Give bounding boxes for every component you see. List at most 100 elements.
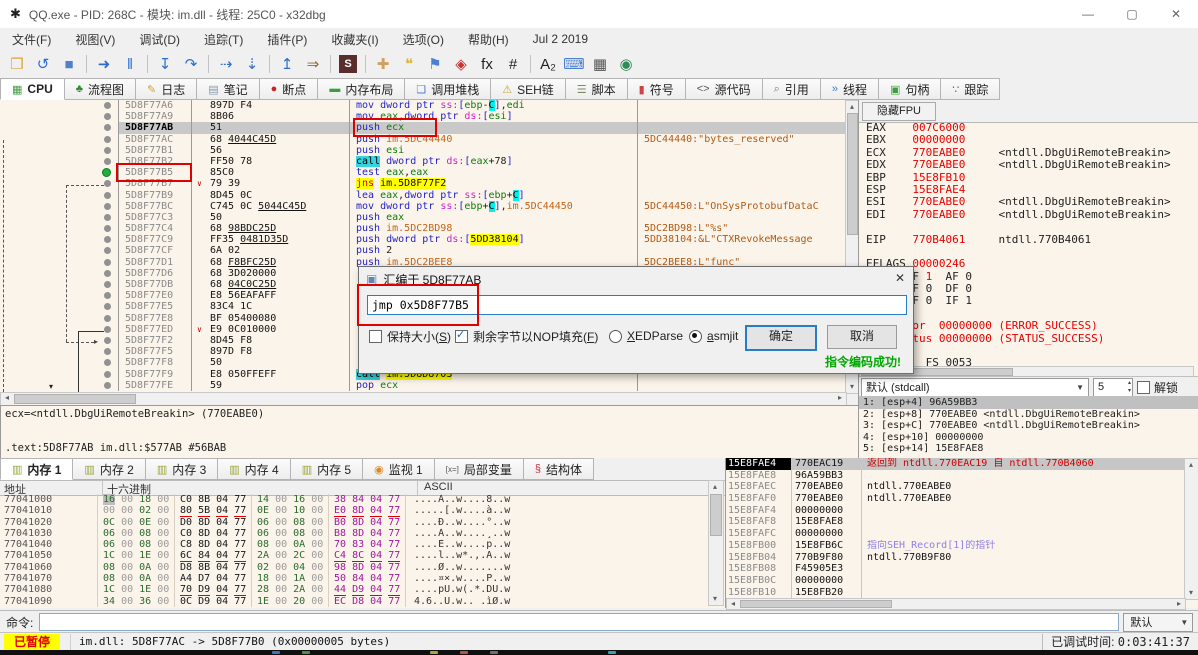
xedparse-radio[interactable] [609,329,622,343]
asmjit-radio[interactable] [689,329,702,343]
pager-icon[interactable]: ⌨ [562,53,586,75]
disasm-row[interactable]: 5D8F77B5 85C0 test eax,eax [0,167,845,179]
register-row[interactable]: EAX 007C6000 [859,122,1193,134]
menu-item-5[interactable]: 收藏夹(I) [319,29,390,50]
register-row[interactable]: EBX 00000000 [859,134,1193,146]
tab-watch1[interactable]: ◉ 监视 1 [363,458,435,480]
stop-icon[interactable]: ■ [57,53,81,75]
dump-row[interactable]: 77041060 08 00 0A 00 D8 8B 04 77 02 00 04 0… [0,561,708,574]
disasm-row[interactable]: 5D8F77B9 8D45 0C lea eax,dword ptr ss:[ebp… [0,189,845,201]
tab-struct[interactable]: § 结构体 [523,458,595,480]
taskbar-icon[interactable] [430,651,438,654]
register-row[interactable]: EDI 770EABE0 <ntdll.DbgUiRemoteBreakin> [859,209,1193,221]
taskbar-icon[interactable] [302,651,310,654]
dump-vscrollbar[interactable]: ▴ ▾ [708,480,724,606]
restart-icon[interactable]: ↺ [31,53,55,75]
tab-graph[interactable]: ♣ 流程图 [64,78,136,100]
stack-row[interactable]: 15E8FAE4 770EAC19 返回到 ntdll.770EAC19 自 ntd… [726,458,1184,470]
menu-item-7[interactable]: 帮助(H) [456,29,521,50]
step-into-icon[interactable]: ↧ [153,53,177,75]
stack-row[interactable]: 15E8FB04 770B9F80 ntdll.770B9F80 [726,551,1184,564]
register-row[interactable]: EBP 15E8FB10 [859,172,1193,184]
stack-row[interactable]: 15E8FAEC 770EABE0 ntdll.770EABE0 [726,481,1184,494]
run-icon[interactable]: ➜ [92,53,116,75]
bookmark-icon[interactable]: ◈ [449,53,473,75]
label-icon[interactable]: ⚑ [423,53,447,75]
disasm-row[interactable]: 5D8F77B1 56 push esi [0,144,845,156]
disasm-row[interactable]: 5D8F77B2 FF50 78 call dword ptr ds:[eax+78… [0,155,845,168]
disasm-row[interactable]: 5D8F77AB 51 push ecx [0,122,845,134]
dump-row[interactable]: 77041020 0C 00 0E 00 D0 8D 04 77 06 00 08 0… [0,516,708,528]
ok-button[interactable]: 确定 [745,325,817,351]
register-row[interactable]: ESI 770EABE0 <ntdll.DbgUiRemoteBreakin> [859,196,1193,208]
internet-icon[interactable]: ◉ [614,53,638,75]
disasm-row[interactable]: 5D8F77A9 8B06 mov eax,dword ptr ds:[esi] [0,111,845,123]
nop-fill-checkbox[interactable] [455,328,468,343]
tab-dump1[interactable]: ▥ 内存 1 [0,458,74,480]
scroll-down-icon[interactable]: ▾ [1185,588,1197,598]
dump-row[interactable]: 77041000 16 00 18 00 C0 8B 04 77 14 00 16 0… [0,494,708,506]
trace-into-icon[interactable]: ⇣ [240,53,264,75]
assemble-input[interactable] [367,295,907,315]
disasm-row[interactable]: 5D8F77BC C745 0C 5044C45D mov dword ptr ss… [0,200,845,212]
scylla-icon[interactable]: S [339,55,357,73]
command-input[interactable] [39,613,1120,631]
dump-row[interactable]: 77041090 34 00 36 00 0C D9 04 77 1E 00 20 0… [0,595,708,607]
hash-icon[interactable]: # [501,53,525,75]
tab-seh[interactable]: ⚠ SEH链 [491,78,566,100]
stack-row[interactable]: 15E8FAF0 770EABE0 ntdll.770EABE0 [726,493,1184,505]
stack-row[interactable]: 15E8FAFC 00000000 [726,528,1184,540]
scroll-down-icon[interactable]: ▾ [709,594,721,604]
scroll-thumb[interactable] [847,113,858,235]
asmjit-option[interactable]: asmjit [689,325,738,347]
unlock-checkbox[interactable] [1137,380,1150,394]
argument-row[interactable]: 2: [esp+8] 770EABE0 <ntdll.DbgUiRemoteBr… [859,409,1198,421]
dump-row[interactable]: 77041080 1C 00 1E 00 70 D9 04 77 28 00 2A 0… [0,584,708,596]
tab-dump5[interactable]: ▥ 内存 5 [290,458,364,480]
dump-row[interactable]: 77041070 08 00 0A 00 A4 D7 04 77 18 00 1A 0… [0,573,708,585]
scroll-up-icon[interactable]: ▴ [1185,460,1197,470]
memory-dump-panel[interactable]: ▥ 内存 1 ▥ 内存 2 ▥ 内存 3 ▥ 内存 4 ▥ 内存 5 ◉ 监视 1 [x=] 局部变量 § 结… [0,458,725,608]
calculator-icon[interactable]: ▦ [588,53,612,75]
maximize-button[interactable]: ▢ [1110,7,1154,21]
scroll-up-icon[interactable]: ▴ [709,482,721,492]
tab-handles[interactable]: ▣ 句柄 [878,78,942,100]
register-row[interactable]: ECX 770EABE0 <ntdll.DbgUiRemoteBreakin> [859,146,1193,160]
tab-symbols[interactable]: ▮ 符号 [627,78,686,100]
menu-item-1[interactable]: 视图(V) [63,29,127,50]
stack-vscrollbar[interactable]: ▴ ▾ [1184,458,1198,600]
dump-row[interactable]: 77041040 06 00 08 00 C8 8D 04 77 08 00 0A 0… [0,539,708,551]
scroll-up-icon[interactable]: ▴ [846,102,858,112]
tab-trace[interactable]: ∵ 跟踪 [941,78,1001,100]
argument-row[interactable]: 1: [esp+4] 96A59BB3 [859,397,1198,409]
tab-call-stack[interactable]: ❏ 调用堆栈 [405,78,492,100]
menu-item-2[interactable]: 调试(D) [127,29,192,50]
disasm-row[interactable]: 5D8F77B7 ∨ 79 39 jns im.5D8F77F2 [0,178,845,190]
stack-row[interactable]: 15E8FAF8 15E8FAE8 [726,516,1184,529]
scroll-right-icon[interactable]: ▸ [1173,599,1185,609]
dialog-title-bar[interactable]: ▣ 汇编于 5D8F77AB ✕ [359,267,913,291]
menu-item-8[interactable]: Jul 2 2019 [521,30,600,48]
argument-row[interactable]: 5: [esp+14] 15E8FAE8 [859,443,1198,455]
tab-locals[interactable]: [x=] 局部变量 [434,458,524,480]
menu-item-3[interactable]: 追踪(T) [192,29,255,50]
stack-row[interactable]: 15E8FB0C 00000000 [726,574,1184,587]
scroll-thumb[interactable] [740,600,892,608]
taskbar-icon[interactable] [608,651,616,654]
step-over-icon[interactable]: ↷ [179,53,203,75]
run-to-user-code-icon[interactable]: ⇒ [301,53,325,75]
close-button[interactable]: ✕ [1154,7,1198,21]
menu-item-4[interactable]: 插件(P) [255,29,319,50]
scroll-thumb[interactable] [14,394,136,404]
register-row[interactable]: EIP 770B4061 ntdll.770B4061 [859,234,1193,246]
stack-row[interactable]: 15E8FB10 15E8FB20 [726,586,1184,598]
tab-log[interactable]: ✎ 日志 [135,78,198,100]
open-file-icon[interactable]: ❒ [5,53,29,75]
patch-icon[interactable]: ✚ [371,53,395,75]
argument-count-stepper[interactable]: 5 ▴ ▾ [1093,377,1133,397]
tab-cpu[interactable]: ▦ CPU [0,78,65,100]
font-size-icon[interactable]: A₂ [536,53,560,75]
scroll-thumb[interactable] [710,494,722,536]
dump-row[interactable]: 77041030 06 00 08 00 C0 8D 04 77 06 00 08 0… [0,527,708,540]
register-row[interactable] [859,221,1193,233]
